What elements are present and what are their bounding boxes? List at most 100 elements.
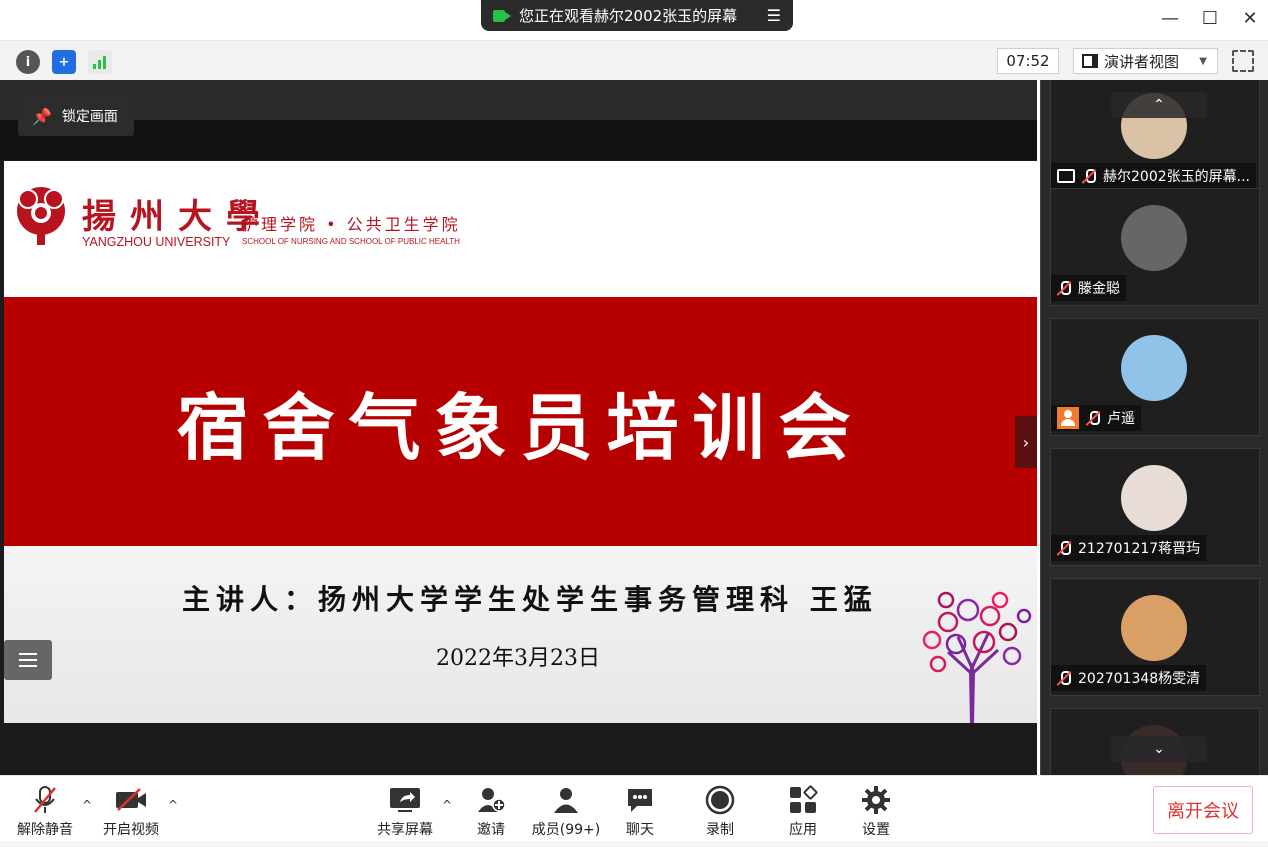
participant-name-tag: 212701217蒋晋玙	[1051, 535, 1207, 561]
apps-label: 应用	[789, 822, 817, 838]
presentation-slide: 揚州大學 YANGZHOU UNIVERSITY 护理学院 • 公共卫生学院 S…	[4, 161, 1037, 723]
fullscreen-icon[interactable]	[1232, 50, 1254, 72]
participant-name: 滕金聪	[1078, 281, 1120, 297]
members-button[interactable]: 成员(99+)	[530, 784, 602, 839]
mic-muted-icon	[1057, 670, 1071, 686]
lock-view-button[interactable]: 📌 锁定画面	[18, 96, 134, 136]
participant-tile[interactable]: 卢遥	[1050, 318, 1260, 436]
record-icon	[702, 784, 738, 816]
chevron-down-icon: ▼	[1199, 55, 1207, 67]
share-options-caret[interactable]: ^	[442, 798, 452, 812]
invite-button[interactable]: 邀请	[470, 784, 512, 839]
add-user-icon	[470, 784, 512, 816]
list-line	[19, 653, 37, 655]
view-mode-select[interactable]: 演讲者视图 ▼	[1073, 48, 1218, 74]
mic-muted-icon	[14, 784, 76, 816]
collapse-panel-button[interactable]: ›	[1015, 416, 1037, 468]
signal-icon[interactable]	[88, 50, 112, 74]
list-line	[19, 659, 37, 661]
unmute-label: 解除静音	[17, 822, 73, 838]
chevron-down-icon: ⌄	[1153, 741, 1165, 757]
avatar	[1121, 335, 1187, 401]
bottom-strip	[0, 841, 1268, 847]
participant-tile[interactable]: 滕金聪	[1050, 188, 1260, 306]
meeting-timer: 07:52	[997, 48, 1059, 74]
shield-icon[interactable]: +	[52, 50, 76, 74]
avatar	[1121, 205, 1187, 271]
outline-list-button[interactable]	[4, 640, 52, 680]
title-band: 宿舍气象员培训会	[4, 297, 1037, 546]
list-line	[19, 665, 37, 667]
scroll-up-button[interactable]: ⌃	[1111, 92, 1207, 118]
stage-dark-bar	[0, 120, 1037, 160]
lock-view-label: 锁定画面	[61, 109, 118, 125]
record-button[interactable]: 录制	[702, 784, 738, 839]
start-video-label: 开启视频	[103, 822, 159, 838]
avatar	[1121, 465, 1187, 531]
chevron-up-icon: ⌃	[1153, 97, 1165, 113]
slide-footer: 主讲人：扬州大学学生处学生事务管理科 王猛 2022年3月23日	[4, 546, 1037, 723]
apps-icon	[785, 784, 821, 816]
share-banner[interactable]: 您正在观看赫尔2002张玉的屏幕 ☰	[481, 0, 793, 31]
mic-muted-icon	[1082, 168, 1096, 184]
leave-meeting-button[interactable]: 离开会议	[1153, 786, 1253, 834]
share-screen-button[interactable]: 共享屏幕	[374, 784, 436, 839]
info-icon[interactable]: i	[16, 50, 40, 74]
maximize-button[interactable]: ☐	[1198, 8, 1222, 29]
mic-muted-icon	[1057, 280, 1071, 296]
share-screen-label: 共享屏幕	[377, 822, 433, 838]
host-icon	[1057, 407, 1079, 429]
start-video-button[interactable]: 开启视频	[100, 784, 162, 839]
pin-icon: 📌	[32, 106, 52, 126]
school-name-en: SCHOOL OF NURSING AND SCHOOL OF PUBLIC H…	[242, 237, 460, 246]
apps-button[interactable]: 应用	[785, 784, 821, 839]
chat-icon	[622, 784, 658, 816]
share-screen-icon	[374, 784, 436, 816]
unmute-button[interactable]: 解除静音	[14, 784, 76, 839]
stage-top-bar	[0, 80, 1037, 120]
list-menu-icon[interactable]: ☰	[767, 6, 781, 25]
slide-title: 宿舍气象员培训会	[176, 385, 865, 470]
slide-date: 2022年3月23日	[436, 646, 600, 671]
mic-muted-icon	[1057, 540, 1071, 556]
participant-name-tag: 滕金聪	[1051, 275, 1126, 301]
participant-tile[interactable]: 212701217蒋晋玙	[1050, 448, 1260, 566]
university-logo: 揚州大學 YANGZHOU UNIVERSITY 护理学院 • 公共卫生学院 S…	[10, 183, 470, 253]
members-icon	[530, 784, 602, 816]
chat-button[interactable]: 聊天	[622, 784, 658, 839]
settings-label: 设置	[862, 822, 890, 838]
record-label: 录制	[706, 822, 734, 838]
invite-label: 邀请	[477, 822, 505, 838]
participant-name: 卢遥	[1107, 411, 1135, 427]
meeting-window: 您正在观看赫尔2002张玉的屏幕 ☰ — ☐ ✕ i + 07:52 演讲者视图…	[0, 0, 1268, 847]
gear-icon	[858, 784, 894, 816]
participant-name-tag: 202701348杨雯清	[1051, 665, 1207, 691]
minimize-button[interactable]: —	[1158, 8, 1182, 29]
chevron-right-icon: ›	[1022, 432, 1030, 452]
school-name-cn: 护理学院 • 公共卫生学院	[242, 215, 461, 234]
scroll-down-button[interactable]: ⌄	[1111, 736, 1207, 762]
settings-button[interactable]: 设置	[858, 784, 894, 839]
title-bar: 您正在观看赫尔2002张玉的屏幕 ☰ — ☐ ✕	[0, 0, 1268, 40]
participant-name: 202701348杨雯清	[1078, 671, 1201, 687]
screen-share-icon	[1057, 169, 1075, 183]
avatar	[1121, 595, 1187, 661]
video-options-caret[interactable]: ^	[168, 798, 178, 812]
speaker-line: 主讲人：扬州大学学生处学生事务管理科 王猛	[182, 583, 878, 616]
video-camera-icon	[493, 9, 511, 22]
view-mode-label: 演讲者视图	[1104, 52, 1180, 71]
close-button[interactable]: ✕	[1238, 8, 1262, 29]
participant-name: 212701217蒋晋玙	[1078, 541, 1201, 557]
chat-label: 聊天	[626, 822, 654, 838]
audio-options-caret[interactable]: ^	[82, 798, 92, 812]
meeting-controls: 解除静音 ^ 开启视频 ^ 共享屏幕 ^ 邀请 成员(99+) 聊天 录制 应用…	[0, 775, 1268, 847]
university-emblem-icon	[17, 187, 65, 245]
meeting-toolbar: i + 07:52 演讲者视图 ▼	[0, 40, 1268, 80]
decorative-tree-icon	[922, 591, 1032, 723]
participant-tile[interactable]: 202701348杨雯清	[1050, 578, 1260, 696]
participant-name: 赫尔2002张玉的屏幕...	[1103, 169, 1250, 185]
members-label: 成员(99+)	[531, 822, 601, 838]
participant-panel[interactable]: 赫尔2002张玉的屏幕... ⌃ 滕金聪 卢遥 212701217蒋晋玙 202…	[1040, 80, 1268, 775]
participant-name-tag: 赫尔2002张玉的屏幕...	[1051, 163, 1256, 189]
speaker-view-icon	[1082, 54, 1098, 68]
